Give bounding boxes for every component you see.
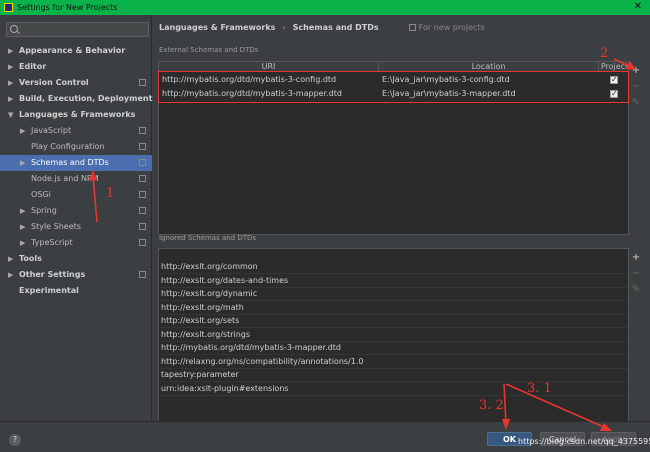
list-item[interactable]: http://exslt.org/math (159, 301, 628, 315)
sidebar-item-label: TypeScript (31, 238, 73, 247)
sidebar-item[interactable]: ▶ Style Sheets (0, 219, 152, 235)
sidebar-item[interactable]: Node.js and NPM (0, 171, 152, 187)
add-ignored-schema-button[interactable]: + (629, 250, 643, 266)
collapsed-arrow-icon[interactable]: ▶ (20, 203, 25, 219)
sidebar-item-label: OSGi (31, 190, 51, 199)
settings-search-input[interactable] (6, 22, 149, 37)
list-item[interactable]: tapestry:parameter (159, 368, 628, 382)
sidebar-item[interactable]: ▼ Languages & Frameworks (0, 107, 152, 123)
settings-tree: ▶ Appearance & Behavior ▶ Editor ▶ Version Co… (0, 43, 152, 299)
collapsed-arrow-icon[interactable]: ▶ (8, 43, 13, 59)
sidebar-item-label: Other Settings (19, 270, 86, 279)
external-rows-highlight (158, 71, 629, 103)
ignored-toolbar: + − ✎ (629, 250, 643, 298)
collapsed-arrow-icon[interactable]: ▶ (8, 59, 13, 75)
sidebar-item-label: JavaScript (31, 126, 72, 135)
breadcrumb-parent: Languages & Frameworks (159, 22, 276, 32)
edit-ignored-schema-button[interactable]: ✎ (629, 282, 643, 298)
scope-label: For new projects (418, 22, 485, 32)
project-scope-icon (139, 143, 146, 150)
window-titlebar: Settings for New Projects ✕ (0, 0, 650, 15)
watermark-url: https://blog.csdn.net/qq_43755954 (518, 437, 650, 446)
breadcrumb: Languages & Frameworks › Schemas and DTD… (159, 20, 485, 34)
sidebar-item-label: Style Sheets (31, 222, 81, 231)
edit-external-schema-button[interactable]: ✎ (629, 95, 643, 111)
sidebar-item-label: Experimental (19, 286, 79, 295)
list-item[interactable]: http://mybatis.org/dtd/mybatis-3-mapper.… (159, 341, 628, 355)
sidebar-item[interactable]: ▶ Spring (0, 203, 152, 219)
project-scope-icon (139, 127, 146, 134)
sidebar-item[interactable]: ▶ Appearance & Behavior (0, 43, 152, 59)
collapsed-arrow-icon[interactable]: ▶ (20, 123, 25, 139)
sidebar-item-label: Build, Execution, Deployment (19, 94, 153, 103)
project-scope-icon (139, 159, 146, 166)
collapsed-arrow-icon[interactable]: ▶ (8, 75, 13, 91)
sidebar-item-label: Version Control (19, 78, 89, 87)
annotation-label-1: 1 (106, 186, 115, 201)
search-icon (10, 25, 18, 33)
list-item[interactable]: http://relaxng.org/ns/compatibility/anno… (159, 355, 628, 369)
copy-settings-icon (408, 23, 416, 31)
project-scope-icon (139, 271, 146, 278)
breadcrumb-separator: › (282, 22, 286, 32)
sidebar-item-label: Schemas and DTDs (31, 158, 109, 167)
remove-ignored-schema-button[interactable]: − (629, 266, 643, 282)
collapsed-arrow-icon[interactable]: ▶ (8, 251, 13, 267)
sidebar-item[interactable]: ▶ TypeScript (0, 235, 152, 251)
sidebar-item[interactable]: ▶ Editor (0, 59, 152, 75)
sidebar-item-label: Languages & Frameworks (19, 110, 136, 119)
collapsed-arrow-icon[interactable]: ▶ (20, 155, 25, 171)
collapsed-arrow-icon[interactable]: ▶ (8, 267, 13, 283)
collapsed-arrow-icon[interactable]: ▶ (20, 235, 25, 251)
external-toolbar: + − ✎ (629, 63, 643, 111)
sidebar-item-label: Appearance & Behavior (19, 46, 126, 55)
sidebar-item-label: Play Configuration (31, 142, 105, 151)
settings-sidebar: ▶ Appearance & Behavior ▶ Editor ▶ Version Co… (0, 15, 152, 421)
project-scope-icon (139, 207, 146, 214)
list-item[interactable]: http://exslt.org/dates-and-times (159, 274, 628, 288)
ignored-schemas-list: http://exslt.org/common http://exslt.org/… (158, 248, 629, 422)
window-close-icon[interactable]: ✕ (634, 1, 642, 12)
sidebar-item[interactable]: ▶ JavaScript (0, 123, 152, 139)
project-scope-icon (139, 79, 146, 86)
remove-external-schema-button[interactable]: − (629, 79, 643, 95)
window-title: Settings for New Projects (17, 3, 118, 12)
sidebar-item-label: Editor (19, 62, 47, 71)
list-item[interactable]: http://exslt.org/sets (159, 314, 628, 328)
sidebar-item-label: Spring (31, 206, 57, 215)
sidebar-item-label: Node.js and NPM (31, 174, 99, 183)
sidebar-item[interactable]: ▶ Schemas and DTDs (0, 155, 152, 171)
help-button[interactable]: ? (9, 434, 21, 446)
sidebar-item-label: Tools (19, 254, 42, 263)
annotation-label-3-1: 3. 1 (527, 381, 552, 396)
list-item[interactable]: http://exslt.org/strings (159, 328, 628, 342)
scope-note: For new projects (408, 22, 485, 32)
sidebar-item[interactable]: ▶ Version Control (0, 75, 152, 91)
annotation-label-3-2: 3. 2 (479, 398, 504, 413)
sidebar-item[interactable]: Experimental (0, 283, 152, 299)
project-scope-icon (139, 175, 146, 182)
project-scope-icon (139, 239, 146, 246)
external-section-label: External Schemas and DTDs (159, 46, 259, 54)
list-item[interactable]: http://exslt.org/common (159, 260, 628, 274)
list-item[interactable]: urn:idea:xslt-plugin#extensions (159, 382, 628, 396)
list-item[interactable]: http://exslt.org/dynamic (159, 287, 628, 301)
add-external-schema-button[interactable]: + (629, 63, 643, 79)
ignored-section-label: Ignored Schemas and DTDs (159, 234, 257, 242)
sidebar-item[interactable]: ▶ Other Settings (0, 267, 152, 283)
sidebar-item[interactable]: Play Configuration (0, 139, 152, 155)
project-scope-icon (139, 223, 146, 230)
sidebar-item[interactable]: OSGi (0, 187, 152, 203)
sidebar-item[interactable]: ▶ Build, Execution, Deployment (0, 91, 152, 107)
sidebar-item[interactable]: ▶ Tools (0, 251, 152, 267)
expanded-arrow-icon[interactable]: ▼ (8, 107, 13, 123)
collapsed-arrow-icon[interactable]: ▶ (8, 91, 13, 107)
breadcrumb-current: Schemas and DTDs (292, 22, 379, 32)
annotation-label-2: 2 (600, 46, 609, 61)
project-scope-icon (139, 191, 146, 198)
collapsed-arrow-icon[interactable]: ▶ (20, 219, 25, 235)
intellij-app-icon (4, 3, 13, 12)
